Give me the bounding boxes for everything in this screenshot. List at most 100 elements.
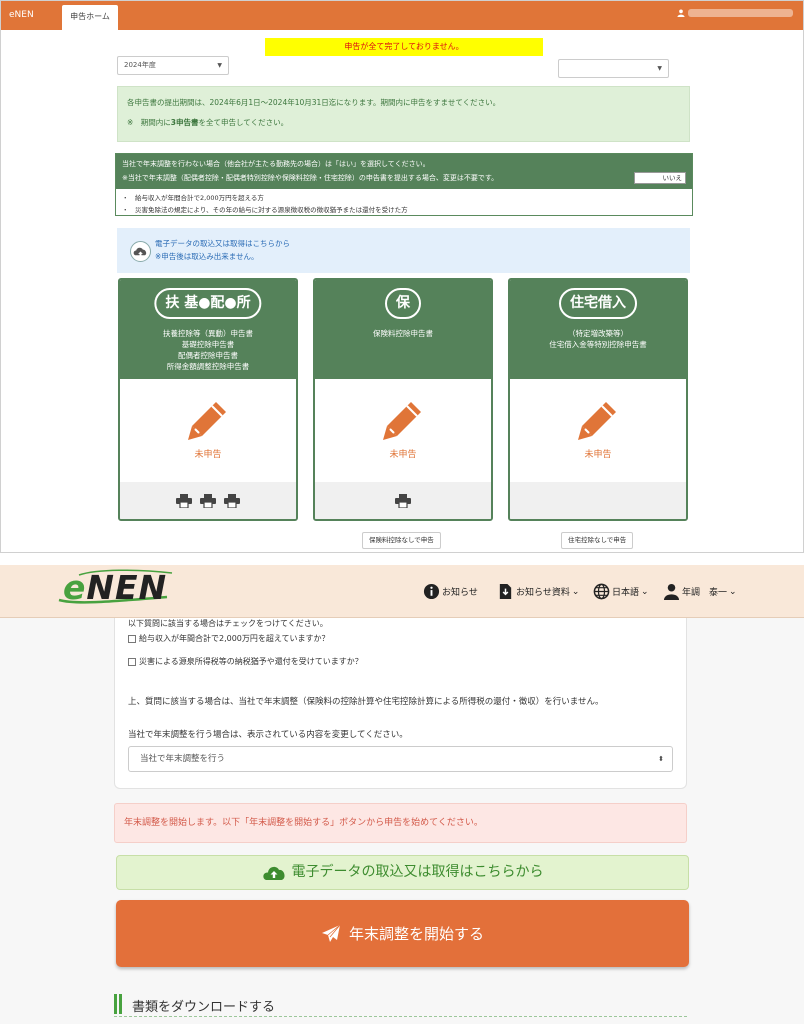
incomplete-warning-banner: 申告が全て完了しておりません。	[265, 38, 543, 56]
disaster-checkbox[interactable]	[128, 657, 136, 666]
logo-wordmark: eNEN	[63, 568, 168, 607]
brand-label[interactable]: eNEN	[9, 10, 34, 20]
main-navbar: eNEN お知らせ お知らせ資料 ⌄ 日本語 ⌄ 年調 泰一 ⌄	[0, 565, 804, 618]
year-end-adjustment-select[interactable]: 当社で年末調整を行う ⬍	[128, 746, 673, 772]
card-footer	[510, 482, 686, 519]
card-doc-line: （特定増改築等）	[568, 329, 628, 338]
start-year-end-button[interactable]: 年末調整を開始する	[116, 900, 689, 967]
nav-user-menu[interactable]: 年調 泰一 ⌄	[663, 583, 737, 600]
dependent-deduction-card[interactable]: 扶 基●配●所 扶養控除等（異動）申告書 基礎控除申告書 配偶者控除申告書 所得…	[118, 278, 298, 521]
tab-declaration-home[interactable]: 申告ホーム	[62, 5, 118, 30]
cloud-upload-icon	[130, 241, 151, 262]
data-import-button[interactable]: 電子データの取込又は取得はこちらから	[116, 855, 689, 890]
secondary-select[interactable]: ▼	[558, 59, 669, 78]
paper-plane-icon	[321, 924, 341, 942]
card-doc-line: 配偶者控除申告書	[178, 351, 238, 360]
card-footer	[315, 482, 491, 519]
card-doc-line: 扶養控除等（異動）申告書	[163, 329, 253, 338]
nav-notice[interactable]: お知らせ	[423, 583, 478, 600]
printer-icon[interactable]	[224, 493, 240, 508]
user-menu[interactable]	[677, 9, 793, 17]
question-instruction: 以下質問に該当する場合はチェックをつけてください。	[128, 619, 328, 628]
user-icon	[677, 9, 685, 17]
year-end-select-value: 当社で年末調整を行う	[140, 754, 226, 764]
data-import-note: ※申告後は取込み出来ません。	[155, 252, 259, 261]
card-badge: 扶 基●配●所	[154, 288, 262, 319]
nav-language[interactable]: 日本語 ⌄	[593, 583, 649, 600]
nav-language-label: 日本語	[612, 588, 640, 598]
card-header: 住宅借入 （特定増改築等） 住宅借入金等特別控除申告書	[510, 280, 686, 379]
year-end-adjustment-box: 当社で年末調整を行わない場合（他会社が主たる勤務先の場合）は「はい」を選択してく…	[115, 153, 693, 216]
user-icon	[663, 583, 680, 600]
high-income-checkbox-row[interactable]: 給与収入が年間合計で2,000万円を超えていますか？	[128, 633, 330, 644]
user-name-blurred	[688, 9, 793, 17]
year-end-line1: 当社で年末調整を行わない場合（他会社が主たる勤務先の場合）は「はい」を選択してく…	[122, 160, 430, 168]
data-import-label: 電子データの取込又は取得はこちらから	[291, 864, 544, 880]
download-section-heading: 書類をダウンロードする	[114, 990, 687, 1017]
file-download-icon	[499, 583, 512, 600]
condition-item: ・ 給与収入が年間合計で2,000万円を超える方	[122, 194, 264, 202]
start-adjustment-alert: 年末調整を開始します。以下「年末調整を開始する」ボタンから申告を始めてください。	[114, 803, 687, 843]
card-footer	[120, 482, 296, 519]
chevron-down-icon: ▼	[217, 62, 222, 69]
year-end-question-card: 以下質問に該当する場合はチェックをつけてください。 給与収入が年間合計で2,00…	[114, 605, 687, 789]
card-doc-line: 所得金額調整控除申告書	[166, 362, 250, 371]
download-heading-text: 書類をダウンロードする	[132, 1000, 276, 1015]
cloud-upload-icon	[262, 866, 285, 880]
card-badge: 住宅借入	[559, 288, 637, 319]
year-end-header: 当社で年末調整を行わない場合（他会社が主たる勤務先の場合）は「はい」を選択してく…	[116, 154, 692, 189]
nav-notice-docs[interactable]: お知らせ資料 ⌄	[497, 583, 579, 600]
card-status: 未申告	[194, 450, 222, 460]
pencil-icon[interactable]	[576, 398, 620, 442]
card-doc-line: 保険料控除申告書	[373, 329, 433, 338]
legacy-ui-panel: eNEN 申告ホーム 申告が全て完了しておりません。 2024年度 ▼ ▼ 各申…	[0, 0, 804, 553]
year-end-line2: ※当社で年末調整（配偶者控除・配偶者特別控除や保険料控除・住宅控除）の申告書を提…	[122, 174, 499, 182]
period-text: 各申告書の提出期間は、2024年6月1日～2024年10月31日迄になります。期…	[127, 98, 501, 107]
top-header-bar: eNEN 申告ホーム	[1, 1, 803, 30]
card-doc-line: 基礎控除申告書	[181, 340, 235, 349]
printer-icon[interactable]	[395, 493, 411, 508]
data-import-link[interactable]: 電子データの取込又は取得はこちらから	[155, 238, 290, 249]
insurance-deduction-card[interactable]: 保 保険料控除申告書 未申告	[313, 278, 493, 521]
card-header: 扶 基●配●所 扶養控除等（異動）申告書 基礎控除申告書 配偶者控除申告書 所得…	[120, 280, 296, 379]
declare-without-housing-button[interactable]: 住宅控除なしで申告	[561, 532, 634, 549]
declare-without-insurance-button[interactable]: 保険料控除なしで申告	[362, 532, 441, 549]
card-header: 保 保険料控除申告書	[315, 280, 491, 379]
year-end-explanation: 上、質問に該当する場合は、当社で年末調整（保険料の控除計算や住宅控除計算による所…	[128, 697, 604, 707]
submission-period-notice: 各申告書の提出期間は、2024年6月1日～2024年10月31日迄になります。期…	[117, 86, 690, 142]
printer-icon[interactable]	[200, 493, 216, 508]
new-ui-panel: 以下質問に該当する場合はチェックをつけてください。 給与収入が年間合計で2,00…	[0, 565, 804, 1024]
start-year-end-label: 年末調整を開始する	[348, 925, 484, 943]
select-arrows-icon: ⬍	[658, 755, 664, 763]
card-badge: 保	[385, 288, 421, 319]
card-status: 未申告	[584, 450, 612, 460]
housing-loan-card[interactable]: 住宅借入 （特定増改築等） 住宅借入金等特別控除申告書 未申告	[508, 278, 688, 521]
nav-notice-label: お知らせ	[442, 588, 478, 598]
chevron-down-icon: ⌄	[729, 586, 737, 597]
nav-user-label: 年調 泰一	[682, 588, 728, 598]
enen-logo[interactable]: eNEN	[57, 567, 177, 607]
info-icon	[423, 583, 440, 600]
pencil-icon[interactable]	[381, 398, 425, 442]
chevron-down-icon: ▼	[657, 65, 662, 72]
heading-bar-icon	[114, 994, 122, 1014]
fiscal-year-value: 2024年度	[124, 61, 156, 69]
high-income-checkbox[interactable]	[128, 634, 136, 643]
data-import-link-box[interactable]: 電子データの取込又は取得はこちらから ※申告後は取込み出来ません。	[117, 228, 690, 273]
card-doc-line: 住宅借入金等特別控除申告書	[549, 340, 647, 349]
disaster-label: 災害による源泉所得税等の納税猶予や還付を受けていますか？	[139, 657, 363, 666]
high-income-label: 給与収入が年間合計で2,000万円を超えていますか？	[139, 634, 330, 643]
year-end-toggle[interactable]: いいえ	[634, 172, 686, 184]
printer-icon[interactable]	[176, 493, 192, 508]
fiscal-year-select[interactable]: 2024年度 ▼	[117, 56, 229, 75]
chevron-down-icon: ⌄	[641, 586, 649, 597]
year-end-change-note: 当社で年末調整を行う場合は、表示されている内容を変更してください。	[128, 730, 408, 740]
nav-notice-docs-label: お知らせ資料	[516, 588, 570, 598]
globe-icon	[593, 583, 610, 600]
period-note: ※ 期間内に3申告書を全て申告してください。	[127, 118, 289, 127]
pencil-icon[interactable]	[186, 398, 230, 442]
card-status: 未申告	[389, 450, 417, 460]
disaster-checkbox-row[interactable]: 災害による源泉所得税等の納税猶予や還付を受けていますか？	[128, 656, 363, 667]
chevron-down-icon: ⌄	[571, 586, 580, 597]
condition-item: ・ 災害免除法の規定により、その年の給与に対する源泉徴収税の徴収猶予または還付を…	[122, 206, 408, 214]
